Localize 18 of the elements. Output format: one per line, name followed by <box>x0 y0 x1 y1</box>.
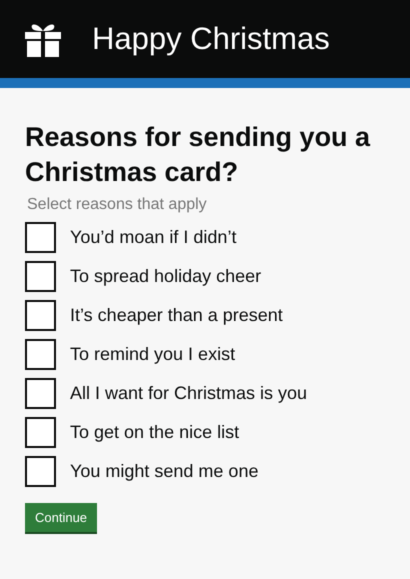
hint-text: Select reasons that apply <box>27 196 208 214</box>
checkbox-label[interactable]: You might send me one <box>70 461 258 482</box>
checkbox[interactable] <box>25 456 56 488</box>
checkbox-label[interactable]: To get on the nice list <box>70 422 240 444</box>
checkbox-label[interactable]: It’s cheaper than a present <box>70 305 283 326</box>
checkbox-label[interactable]: You’d moan if I didn’t <box>70 227 236 248</box>
checkbox-label[interactable]: All I want for Christmas is you <box>70 383 308 404</box>
checkbox[interactable] <box>25 300 56 332</box>
checkbox[interactable] <box>25 222 56 254</box>
checkbox-label[interactable]: To remind you I exist <box>70 344 236 366</box>
checkbox[interactable] <box>25 378 56 410</box>
continue-button[interactable]: Continue <box>25 503 98 532</box>
checkbox[interactable] <box>25 417 56 448</box>
checkbox-label[interactable]: To spread holiday cheer <box>70 266 262 288</box>
app-title: Happy Christmas <box>92 21 330 57</box>
question-heading: Reasons for sending you a Christmas card? <box>25 121 372 190</box>
checkbox[interactable] <box>25 339 56 370</box>
checkbox[interactable] <box>25 261 56 292</box>
